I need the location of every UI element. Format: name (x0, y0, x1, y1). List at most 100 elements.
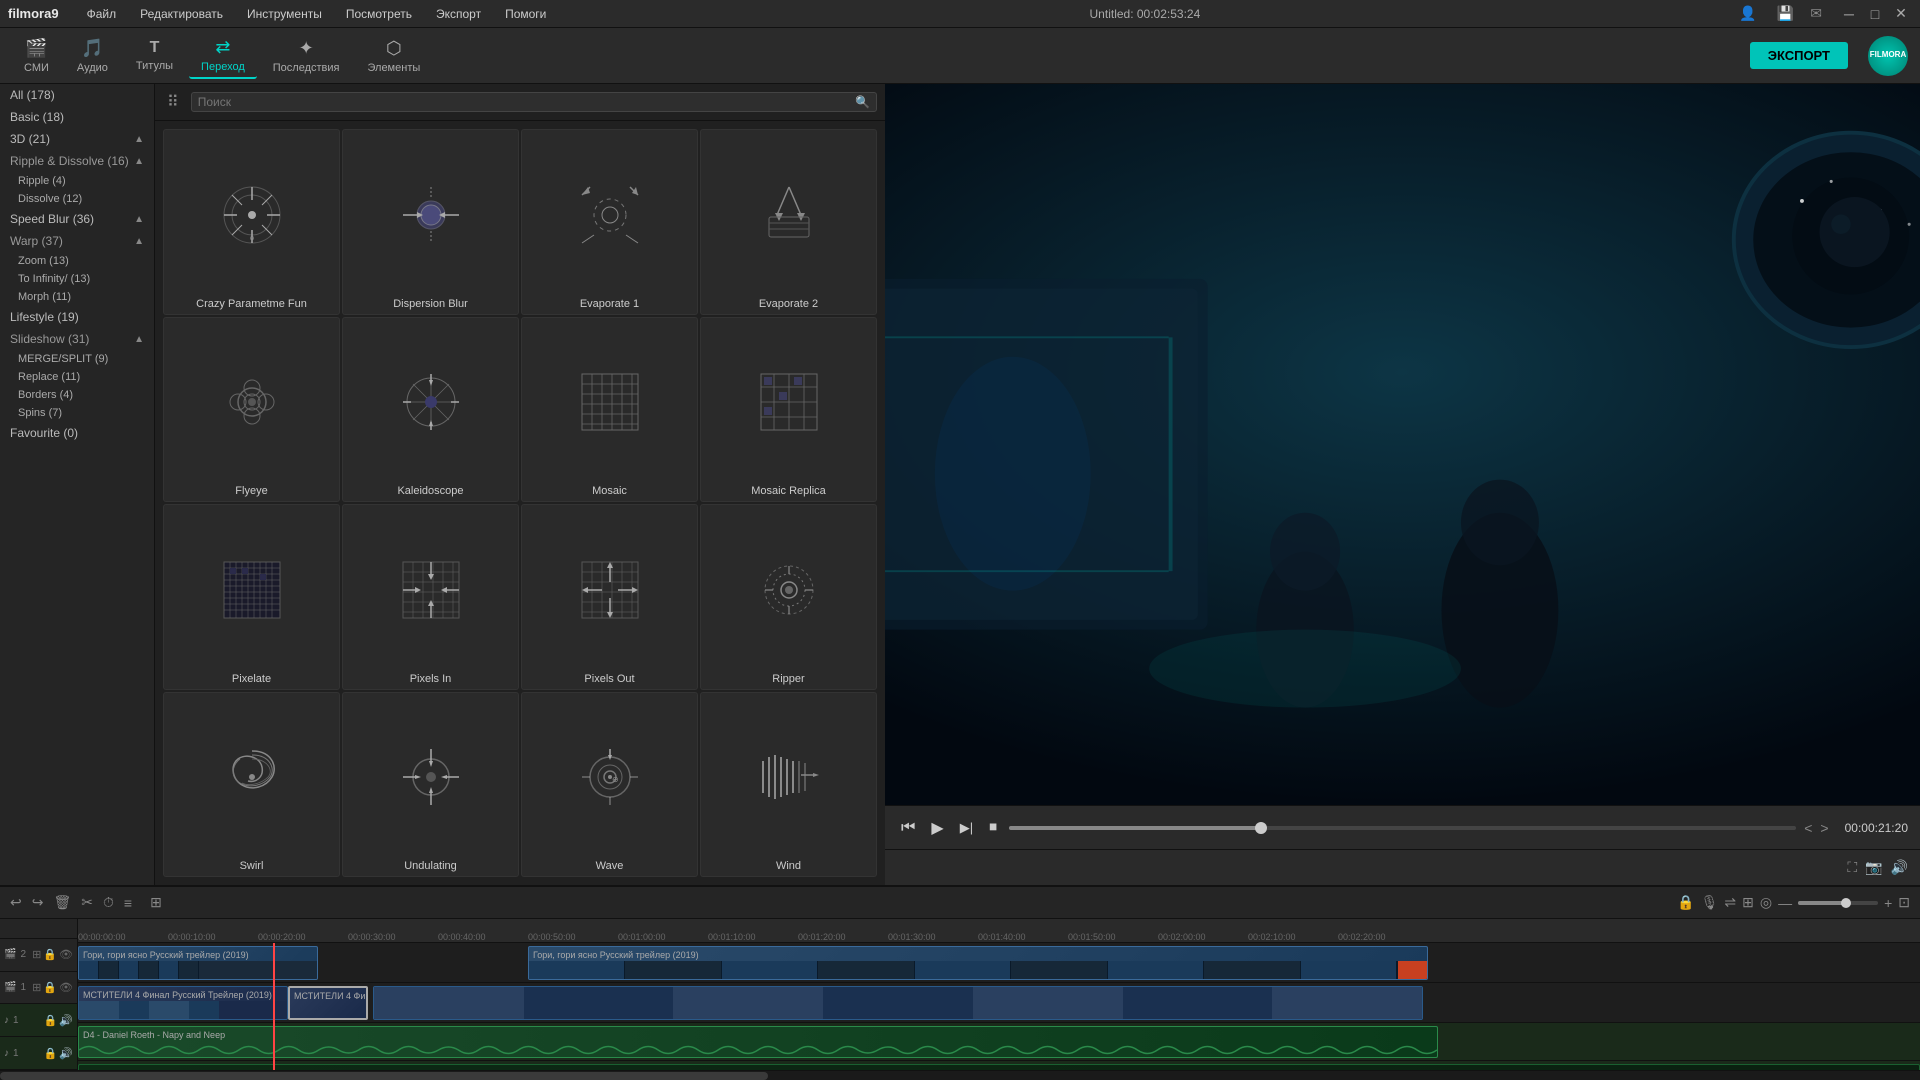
timeline-scrollbar[interactable] (0, 1070, 1920, 1080)
toolbar-titles[interactable]: T Титулы (124, 35, 185, 76)
grid-view-icon[interactable]: ⠿ (163, 90, 183, 114)
search-input[interactable] (198, 95, 855, 109)
effect-evaporate1[interactable]: Evaporate 1 (521, 129, 698, 315)
fit-screen-icon[interactable]: ⛶ (1847, 859, 1857, 876)
notifications-icon[interactable]: 👤 (1739, 5, 1756, 22)
mix-button[interactable]: ≡ (124, 895, 132, 911)
progress-bar[interactable] (1009, 826, 1796, 830)
maximize-button[interactable]: □ (1864, 3, 1886, 25)
menu-view[interactable]: Посмотреть (342, 5, 416, 23)
nav-speedblur[interactable]: Speed Blur (36) ▲ (0, 208, 154, 230)
effect-crazy[interactable]: ⊕ Crazy Parametme Fun (163, 129, 340, 315)
play-button[interactable]: ▶ (927, 816, 947, 840)
effect-flyeye[interactable]: Flyeye (163, 317, 340, 503)
toolbar-transitions[interactable]: ⇄ Переход (189, 33, 257, 79)
effect-mosaic[interactable]: Mosaic (521, 317, 698, 503)
zoom-in-icon[interactable]: + (1884, 895, 1892, 911)
effect-pixels-out[interactable]: Pixels Out (521, 504, 698, 690)
nav-ripple4[interactable]: Ripple (4) (0, 172, 154, 190)
effect-pixels-in[interactable]: Pixels In (342, 504, 519, 690)
redo-button[interactable]: ↪ (32, 894, 44, 911)
effect-dispersion[interactable]: Dispersion Blur (342, 129, 519, 315)
close-button[interactable]: ✕ (1890, 3, 1912, 25)
add-track-icon[interactable]: ⊞ (150, 894, 162, 911)
audio-record-icon[interactable]: 🎙 (1701, 894, 1719, 911)
toolbar-effects[interactable]: ✦ Последствия (261, 34, 352, 78)
effect-kaleidoscope-label: Kaleidoscope (397, 485, 463, 497)
prev-frame-button[interactable]: ⏮ (897, 817, 919, 839)
clip-v1-3[interactable] (373, 986, 1423, 1020)
nav-prev-icon[interactable]: < (1804, 820, 1812, 836)
nav-favourite0[interactable]: Favourite (0) (0, 422, 154, 444)
export-button[interactable]: ЭКСПОРТ (1750, 42, 1848, 69)
save-icon[interactable]: 💾 (1777, 5, 1794, 22)
snap-icon[interactable]: ⇌ (1724, 894, 1736, 911)
nav-zoom13[interactable]: Zoom (13) (0, 252, 154, 270)
clip-a1-1[interactable]: D4 - Daniel Roeth - Napy and Neep (78, 1026, 1438, 1058)
undo-button[interactable]: ↩ (10, 894, 22, 911)
track-a2-lock-icon[interactable]: 🔒 (44, 1047, 58, 1060)
menu-file[interactable]: Файл (83, 5, 121, 23)
nav-next-icon[interactable]: > (1820, 820, 1828, 836)
delete-clip-button[interactable]: 🗑 (53, 894, 71, 911)
color-grade-icon[interactable]: ◎ (1760, 894, 1772, 911)
effect-ripper[interactable]: Ripper (700, 504, 877, 690)
track-v1-add-icon[interactable]: ⊞ (32, 981, 41, 994)
mail-icon[interactable]: ✉ (1810, 5, 1822, 22)
nav-toinfinity13[interactable]: To Infinity/ (13) (0, 270, 154, 288)
track-a1-lock-icon[interactable]: 🔒 (44, 1014, 58, 1027)
effect-mosaic-replica[interactable]: Mosaic Replica (700, 317, 877, 503)
scrollbar-thumb[interactable] (0, 1072, 768, 1080)
play-to-button[interactable]: ▶| (956, 818, 977, 838)
track-v2-lock-icon[interactable]: 🔒 (43, 948, 57, 961)
clip-v2-1[interactable]: Гори, гори ясно Русский трейлер (2019) (78, 946, 318, 980)
effect-kaleidoscope[interactable]: Kaleidoscope (342, 317, 519, 503)
nav-mergesplit9[interactable]: MERGE/SPLIT (9) (0, 350, 154, 368)
nav-replace11[interactable]: Replace (11) (0, 368, 154, 386)
minimize-button[interactable]: ─ (1838, 3, 1860, 25)
split-screen-icon[interactable]: ⊞ (1742, 894, 1754, 911)
nav-lifestyle19[interactable]: Lifestyle (19) (0, 306, 154, 328)
stop-button[interactable]: ⏹ (985, 817, 1001, 839)
effect-undulating[interactable]: Undulating (342, 692, 519, 878)
track-v1-lock-icon[interactable]: 🔒 (43, 981, 57, 994)
effect-pixelate[interactable]: Pixelate (163, 504, 340, 690)
clip-v2-2[interactable]: Гори, гори ясно Русский трейлер (2019) (528, 946, 1428, 980)
effect-swirl[interactable]: Swirl (163, 692, 340, 878)
nav-morph11[interactable]: Morph (11) (0, 288, 154, 306)
cut-button[interactable]: ✂ (81, 894, 93, 911)
toolbar-audio[interactable]: 🎵 Аудио (65, 34, 120, 78)
track-v2-eye-icon[interactable]: 👁 (59, 948, 73, 961)
track-a1-mute-icon[interactable]: 🔊 (59, 1014, 73, 1027)
lock-track-icon[interactable]: 🔒 (1677, 894, 1694, 911)
volume-icon[interactable]: 🔊 (1891, 859, 1908, 876)
clip-v1-2[interactable]: МСТИТЕЛИ 4 Финал Русский Трейлер (2019) (288, 986, 368, 1020)
toolbar-effects-label: Последствия (273, 62, 340, 74)
nav-3d[interactable]: 3D (21) ▲ (0, 128, 154, 150)
nav-slideshow-section[interactable]: Slideshow (31) ▲ (0, 328, 154, 350)
nav-basic[interactable]: Basic (18) (0, 106, 154, 128)
effect-evaporate2[interactable]: Evaporate 2 (700, 129, 877, 315)
effect-wind[interactable]: Wind (700, 692, 877, 878)
clip-v1-1[interactable]: МСТИТЕЛИ 4 Финал Русский Трейлер (2019) (78, 986, 288, 1020)
track-v2-add-icon[interactable]: ⊞ (32, 948, 41, 961)
track-v1-eye-icon[interactable]: 👁 (59, 981, 73, 994)
zoom-out-icon[interactable]: — (1778, 895, 1792, 911)
nav-spins7[interactable]: Spins (7) (0, 404, 154, 422)
toolbar-elements[interactable]: ⬡ Элементы (355, 34, 432, 78)
nav-warp-section[interactable]: Warp (37) ▲ (0, 230, 154, 252)
menu-edit[interactable]: Редактировать (136, 5, 227, 23)
nav-dissolve12[interactable]: Dissolve (12) (0, 190, 154, 208)
fit-timeline-icon[interactable]: ⊡ (1898, 894, 1910, 911)
nav-ripple-section[interactable]: Ripple & Dissolve (16) ▲ (0, 150, 154, 172)
screenshot-icon[interactable]: 📷 (1865, 859, 1882, 876)
nav-borders4[interactable]: Borders (4) (0, 386, 154, 404)
menu-help[interactable]: Помоги (501, 5, 550, 23)
track-a2-mute-icon[interactable]: 🔊 (59, 1047, 73, 1060)
nav-all[interactable]: All (178) (0, 84, 154, 106)
markers-button[interactable]: ⏱ (103, 894, 114, 911)
effect-wave[interactable]: ⊕ Wave (521, 692, 698, 878)
menu-tools[interactable]: Инструменты (243, 5, 326, 23)
toolbar-media[interactable]: 🎬 СМИ (12, 34, 61, 78)
menu-export[interactable]: Экспорт (432, 5, 485, 23)
